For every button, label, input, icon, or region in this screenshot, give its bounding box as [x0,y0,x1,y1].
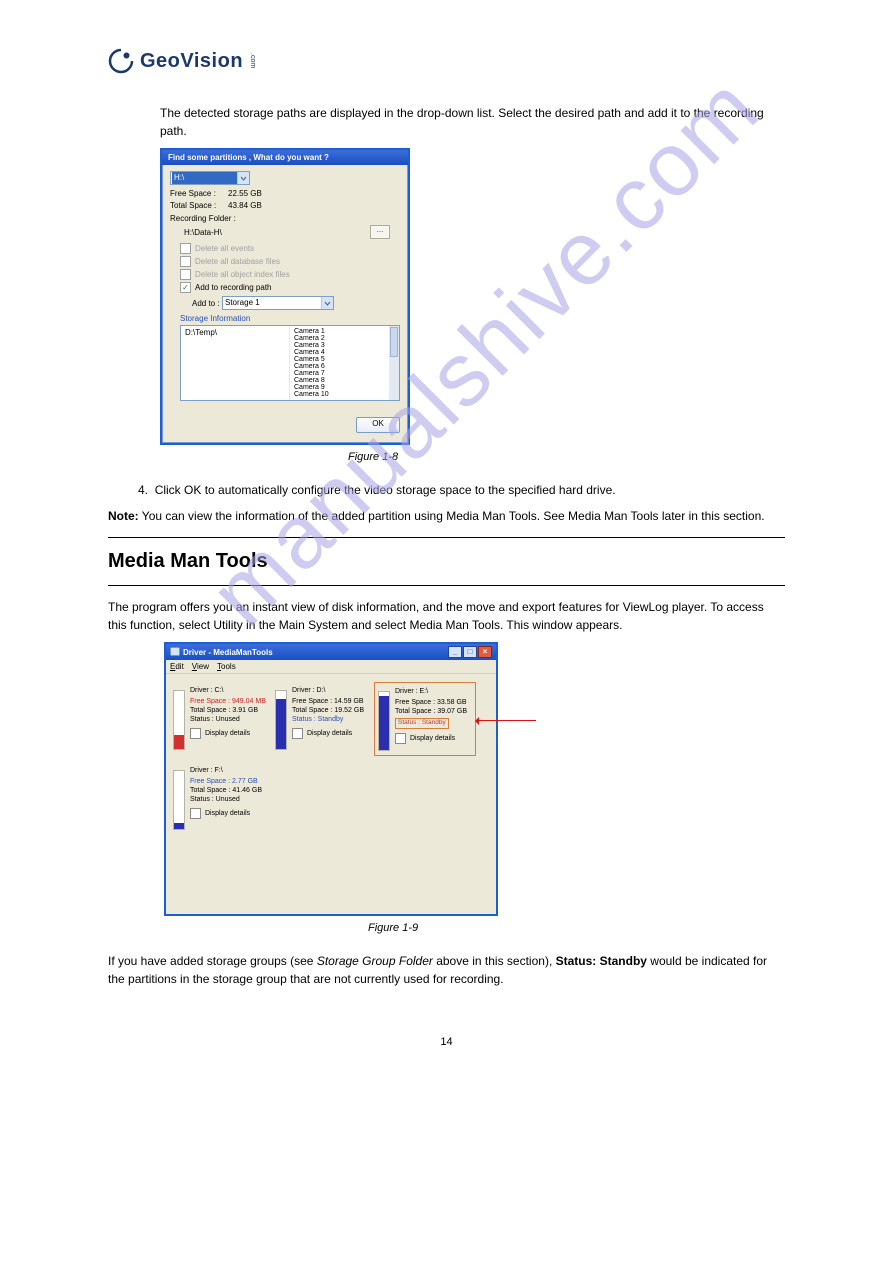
display-details-label: Display details [307,729,352,738]
browse-button[interactable]: … [370,225,390,239]
checkbox-display-details[interactable] [190,808,201,819]
drive-select[interactable]: H:\ [170,171,250,185]
storage-list[interactable]: D:\Temp\ Camera 1Camera 2Camera 3Camera … [180,325,400,401]
para-mediaman: The program offers you an instant view o… [108,598,785,634]
maximize-button[interactable]: □ [463,646,477,658]
camera-item[interactable]: Camera 7 [294,370,395,377]
drive-card: Driver : F:\ Free Space : 2.77 GBTotal Sp… [170,762,270,834]
figure-2-caption: Figure 1-9 [368,922,785,934]
free-space-label: Free Space : 14.59 GB [292,697,370,706]
checkbox-display-details[interactable] [190,728,201,739]
partitions-dialog: Find some partitions , What do you want … [160,148,410,445]
chevron-down-icon[interactable] [321,297,333,309]
display-details-label: Display details [205,809,250,818]
drive-label: Driver : C:\ [190,686,268,695]
dialog-title: Find some partitions , What do you want … [162,150,408,165]
minimize-button[interactable]: _ [448,646,462,658]
delete-obj-label: Delete all object index files [195,270,290,279]
free-space-label: Free Space : 33.58 GB [395,698,473,707]
status-label: Status : Unused [190,715,268,724]
checkbox-add-path[interactable] [180,282,191,293]
driver-window: Driver - MediaManTools _ □ × Edit View T… [164,642,498,916]
note: Note: You can view the information of th… [108,507,785,525]
checkbox-display-details[interactable] [292,728,303,739]
divider [108,585,785,586]
delete-db-label: Delete all database files [195,257,280,266]
total-space-label: Total Space : 41.46 GB [190,786,268,795]
storage-info-label: Storage Information [180,314,400,323]
display-details-label: Display details [410,734,455,743]
status-label: Status : Standby [292,715,370,724]
free-space-value: 22.55 GB [228,189,262,198]
camera-item[interactable]: Camera 1 [294,328,395,335]
logo-suffix: .com [249,53,256,68]
total-space-label: Total Space : 3.91 GB [190,706,268,715]
storage-select-value: Storage 1 [225,297,321,309]
camera-item[interactable]: Camera 8 [294,377,395,384]
logo: GeoVision .com [108,48,785,74]
menu-view[interactable]: View [192,662,209,671]
usage-bar [275,690,287,750]
usage-bar [173,770,185,830]
drive-label: Driver : F:\ [190,766,268,775]
chevron-down-icon[interactable] [237,172,249,184]
camera-item[interactable]: Camera 5 [294,356,395,363]
scrollbar[interactable] [389,326,399,400]
close-button[interactable]: × [478,646,492,658]
camera-item[interactable]: Camera 10 [294,391,395,398]
logo-text: GeoVision [140,50,243,73]
logo-mark-icon [108,48,134,74]
step-4: 4. Click OK to automatically configure t… [138,481,785,499]
para-storage-groups: If you have added storage groups (see St… [108,952,785,988]
delete-events-label: Delete all events [195,244,254,253]
total-space-label: Total Space : 39.07 GB [395,707,473,716]
menu-tools[interactable]: Tools [217,662,236,671]
camera-item[interactable]: Camera 4 [294,349,395,356]
storage-select[interactable]: Storage 1 [222,296,334,310]
section-title: Media Man Tools [108,550,785,573]
recording-folder-label: Recording Folder : [170,214,400,223]
free-space-label: Free Space : [170,189,228,198]
camera-item[interactable]: Camera 3 [294,342,395,349]
drive-select-value: H:\ [172,172,237,184]
free-space-label: Free Space : 949.04 MB [190,697,268,706]
storage-path-item: D:\Temp\ [185,328,217,337]
menu-edit[interactable]: Edit [170,662,184,671]
usage-bar [173,690,185,750]
window-titlebar: Driver - MediaManTools _ □ × [166,644,496,660]
status-label: Status : Unused [190,795,268,804]
menubar: Edit View Tools [166,660,496,674]
checkbox-display-details[interactable] [395,733,406,744]
drive-label: Driver : D:\ [292,686,370,695]
highlight-arrow [476,720,536,721]
usage-bar [378,691,390,751]
divider [108,537,785,538]
para-intro: The detected storage paths are displayed… [160,104,785,140]
camera-item[interactable]: Camera 9 [294,384,395,391]
drive-label: Driver : E:\ [395,687,473,696]
total-space-label: Total Space : [170,201,228,210]
display-details-label: Display details [205,729,250,738]
status-badge: Status : Standby [395,718,449,728]
checkbox-delete-db [180,256,191,267]
drive-card: Driver : D:\ Free Space : 14.59 GBTotal S… [272,682,372,754]
camera-item[interactable]: Camera 6 [294,363,395,370]
add-path-label: Add to recording path [195,283,272,292]
recording-folder-path: H:\Data-H\ [184,228,222,237]
window-title: Driver - MediaManTools [183,648,273,657]
scroll-thumb[interactable] [390,327,398,357]
ok-button[interactable]: OK [356,417,400,433]
total-space-label: Total Space : 19.52 GB [292,706,370,715]
page-number: 14 [108,1036,785,1048]
checkbox-delete-obj [180,269,191,280]
camera-item[interactable]: Camera 2 [294,335,395,342]
checkbox-delete-events [180,243,191,254]
app-icon [170,647,180,658]
free-space-label: Free Space : 2.77 GB [190,777,268,786]
drive-card: Driver : C:\ Free Space : 949.04 MBTotal … [170,682,270,754]
total-space-value: 43.84 GB [228,201,262,210]
figure-1-caption: Figure 1-8 [348,451,785,463]
drive-card: Driver : E:\ Free Space : 33.58 GBTotal S… [374,682,476,756]
addto-label: Add to : [192,299,222,308]
